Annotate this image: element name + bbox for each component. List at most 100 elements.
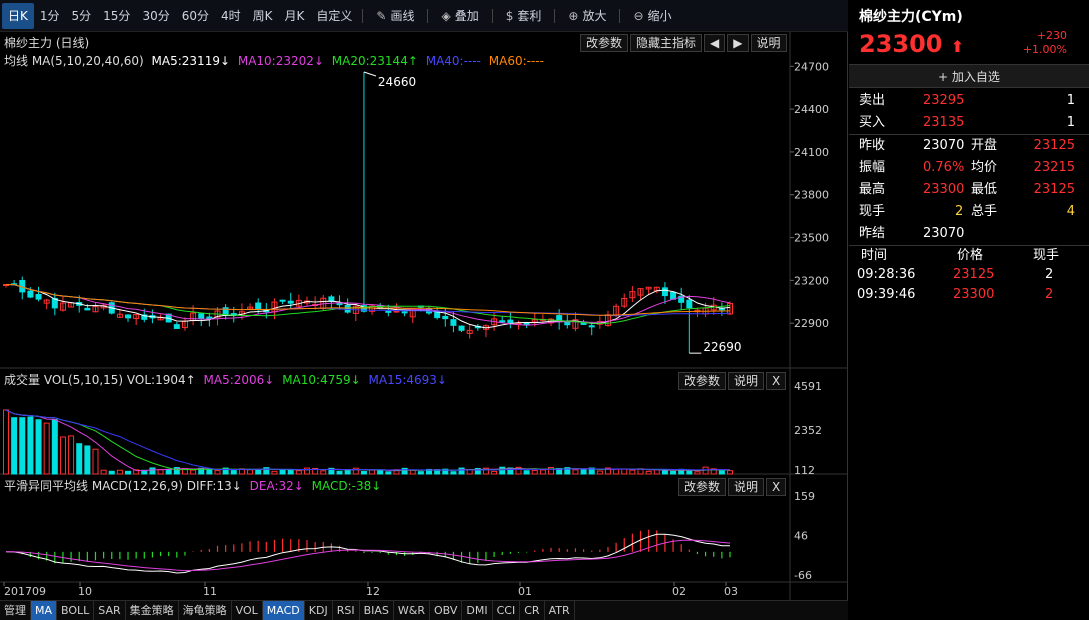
- indicator-tab[interactable]: SAR: [94, 601, 126, 620]
- indicator-tab[interactable]: BOLL: [57, 601, 95, 620]
- tool-button[interactable]: ⊖ 缩小: [624, 3, 680, 29]
- volume-bar: [84, 445, 91, 475]
- volume-bar: [686, 470, 693, 475]
- indicator-tab[interactable]: ATR: [545, 601, 575, 620]
- indicator-tab[interactable]: DMI: [462, 601, 493, 620]
- indicator-tab[interactable]: BIAS: [360, 601, 394, 620]
- last-price-value: 23300: [859, 30, 943, 58]
- volume-bar: [629, 469, 636, 475]
- tick-volume: 2: [1045, 267, 1054, 282]
- help-button[interactable]: 说明: [750, 34, 787, 52]
- volume-bar: [116, 469, 123, 475]
- candle-body: [442, 315, 449, 320]
- candle-body: [173, 324, 180, 329]
- ma-legend: 均线 MA(5,10,20,40,60) MA5:23119↓ MA10:232…: [4, 52, 544, 70]
- period-tab[interactable]: 30分: [136, 3, 175, 29]
- indicator-tab[interactable]: W&R: [394, 601, 430, 620]
- edit-params-button[interactable]: 改参数: [580, 34, 629, 52]
- toolbar-separator: [491, 8, 493, 23]
- indicator-tab[interactable]: VOL: [232, 601, 263, 620]
- x-tick-label: 01: [518, 585, 532, 598]
- indicator-tab[interactable]: CR: [520, 601, 545, 620]
- indicator-tab[interactable]: OBV: [430, 601, 463, 620]
- volume-bar: [409, 469, 416, 475]
- zoom-out-icon: ⊖: [633, 8, 644, 23]
- avg-price-label: 均价: [971, 160, 998, 175]
- help-button[interactable]: 说明: [728, 478, 765, 496]
- tool-button[interactable]: ◈ 叠加: [432, 3, 487, 29]
- prev-settle-value: 23070: [923, 226, 965, 241]
- y-tick-label: 112: [794, 464, 815, 477]
- volume-bar: [149, 467, 156, 475]
- prev-arrow-button[interactable]: ◀: [704, 34, 726, 52]
- quote-panel: 棉纱主力(CYm) 23300 ⬆ +230 +1.00% + 加入自选 卖出 …: [849, 0, 1089, 620]
- indicator-tab[interactable]: KDJ: [305, 601, 333, 620]
- candle-body: [255, 302, 262, 310]
- low-label: 22690: [703, 340, 741, 354]
- period-tab[interactable]: 15分: [97, 3, 136, 29]
- edit-params-button[interactable]: 改参数: [678, 372, 727, 390]
- y-tick-label: 46: [794, 530, 808, 543]
- contract-name: 棉纱主力(CYm): [859, 9, 963, 25]
- volume-bar: [59, 436, 66, 475]
- indicator-tab[interactable]: MA: [31, 601, 58, 620]
- period-tab[interactable]: 日K: [2, 2, 34, 29]
- add-watchlist-button[interactable]: + 加入自选: [849, 64, 1089, 88]
- sell-price: 23295: [923, 93, 965, 108]
- indicator-tab[interactable]: 管理: [0, 601, 31, 620]
- close-button[interactable]: X: [766, 372, 787, 390]
- tool-button[interactable]: ⊕ 放大: [559, 3, 615, 29]
- period-tab[interactable]: 4时: [215, 3, 247, 29]
- candle-body: [588, 325, 595, 328]
- sell-label: 卖出: [859, 93, 886, 108]
- tool-button[interactable]: ✎ 画线: [367, 3, 423, 29]
- y-tick-label: 2352: [794, 424, 822, 437]
- y-tick-label: 23200: [794, 274, 829, 287]
- indicator-tab[interactable]: RSI: [333, 601, 360, 620]
- volume-bar: [718, 470, 725, 475]
- tick-row: 09:39:46 23300 2: [849, 284, 1089, 306]
- close-button[interactable]: X: [766, 478, 787, 496]
- total-hand-label: 总手: [971, 204, 998, 219]
- toolbar-separator: [619, 8, 621, 23]
- amplitude-label: 振幅: [859, 160, 886, 175]
- period-tab[interactable]: 5分: [66, 3, 98, 29]
- macd-title: 平滑异同平均线 MACD(12,26,9) DIFF:13↓: [4, 479, 242, 493]
- period-tab[interactable]: 周K: [247, 3, 279, 29]
- amplitude-value: 0.76%: [923, 160, 965, 175]
- vol-ma15-value: MA15:4693↓: [368, 373, 447, 387]
- volume-ma-line: [5, 409, 730, 472]
- volume-title: 成交量 VOL(5,10,15) VOL:1904↑: [4, 373, 196, 387]
- tool-button[interactable]: $ 套利: [497, 3, 551, 29]
- ma10-value: MA10:23202↓: [237, 54, 324, 68]
- help-button[interactable]: 说明: [728, 372, 765, 390]
- indicator-tab[interactable]: 海龟策略: [179, 601, 232, 620]
- current-hand-value: 2: [955, 204, 964, 219]
- volume-bar: [539, 469, 546, 475]
- open-value: 23125: [1033, 138, 1075, 153]
- indicator-tab[interactable]: 集金策略: [126, 601, 179, 620]
- y-tick-label: 23800: [794, 189, 829, 202]
- tick-time: 09:28:36: [857, 267, 916, 282]
- layers-icon: ◈: [441, 8, 451, 23]
- volume-bar: [206, 469, 213, 475]
- volume-bar: [596, 470, 603, 475]
- sell-volume: 1: [1066, 93, 1075, 108]
- macd-legend: 平滑异同平均线 MACD(12,26,9) DIFF:13↓ DEA:32↓ M…: [4, 477, 381, 495]
- buy-price: 23135: [923, 115, 965, 130]
- volume-bar: [190, 469, 197, 475]
- period-tab[interactable]: 自定义: [310, 3, 358, 29]
- volume-bar: [92, 448, 99, 475]
- candle-body: [507, 319, 514, 324]
- avg-price-value: 23215: [1033, 160, 1075, 175]
- chart-canvas[interactable]: 24700 24400 24100 23800 23500 23200 22900 24660…: [0, 32, 848, 600]
- next-arrow-button[interactable]: ▶: [727, 34, 749, 52]
- edit-params-button[interactable]: 改参数: [678, 478, 727, 496]
- period-tab[interactable]: 月K: [279, 3, 311, 29]
- x-tick-label: 11: [203, 585, 217, 598]
- hide-main-indicator-button[interactable]: 隐藏主指标: [630, 34, 703, 52]
- indicator-tab[interactable]: MACD: [262, 601, 305, 620]
- indicator-tab[interactable]: CCI: [493, 601, 521, 620]
- period-tab[interactable]: 60分: [176, 3, 215, 29]
- period-tab[interactable]: 1分: [34, 3, 66, 29]
